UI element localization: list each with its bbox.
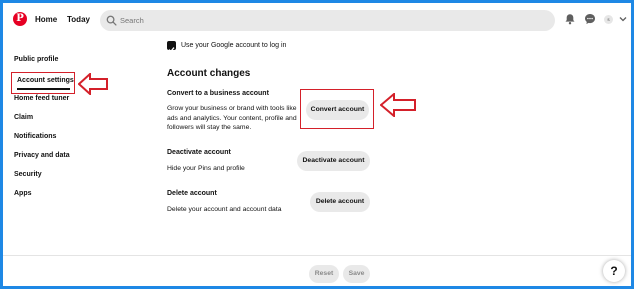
chevron-down-icon[interactable] (619, 15, 627, 23)
annotation-arrow-left-icon (380, 93, 416, 117)
top-header: P Home Today s (3, 3, 631, 37)
sidebar-item-notifications[interactable]: Notifications (14, 133, 56, 140)
google-login-checkbox[interactable] (167, 41, 176, 53)
deactivate-title: Deactivate account (167, 149, 231, 156)
search-bar[interactable] (100, 10, 555, 31)
delete-description: Delete your account and account data (167, 206, 282, 213)
save-button[interactable]: Save (343, 265, 370, 283)
search-input[interactable] (120, 13, 540, 28)
sidebar-item-claim[interactable]: Claim (14, 114, 33, 121)
deactivate-account-button[interactable]: Deactivate account (297, 151, 370, 171)
annotation-arrow-left-icon (78, 73, 108, 95)
sidebar-item-public-profile[interactable]: Public profile (14, 56, 58, 63)
delete-account-button[interactable]: Delete account (310, 192, 370, 212)
help-button[interactable]: ? (603, 260, 625, 282)
pinterest-logo-icon[interactable]: P (13, 12, 27, 26)
notifications-bell-icon[interactable] (564, 13, 576, 25)
reset-button[interactable]: Reset (309, 265, 339, 283)
search-icon (106, 15, 117, 26)
sidebar-item-home-feed-tuner[interactable]: Home feed tuner (14, 95, 69, 102)
convert-title: Convert to a business account (167, 90, 269, 97)
sidebar-item-privacy-and-data[interactable]: Privacy and data (14, 152, 70, 159)
convert-description: Grow your business or brand with tools l… (167, 105, 297, 131)
deactivate-description: Hide your Pins and profile (167, 165, 245, 172)
messages-icon[interactable] (584, 13, 596, 25)
nav-today-link[interactable]: Today (67, 15, 90, 24)
delete-title: Delete account (167, 190, 217, 197)
annotation-highlight-box-sidebar (11, 72, 75, 94)
section-title: Account changes (167, 68, 251, 79)
sidebar-item-security[interactable]: Security (14, 171, 42, 178)
nav-home-link[interactable]: Home (35, 15, 57, 24)
footer-divider (3, 255, 631, 256)
avatar[interactable]: s (604, 15, 613, 24)
sidebar-item-apps[interactable]: Apps (14, 190, 32, 197)
checkmark-icon (168, 47, 175, 53)
google-login-label: Use your Google account to log in (181, 42, 287, 49)
convert-account-button[interactable]: Convert account (306, 100, 369, 120)
app-window: P Home Today s Public profile Account se… (0, 0, 634, 289)
